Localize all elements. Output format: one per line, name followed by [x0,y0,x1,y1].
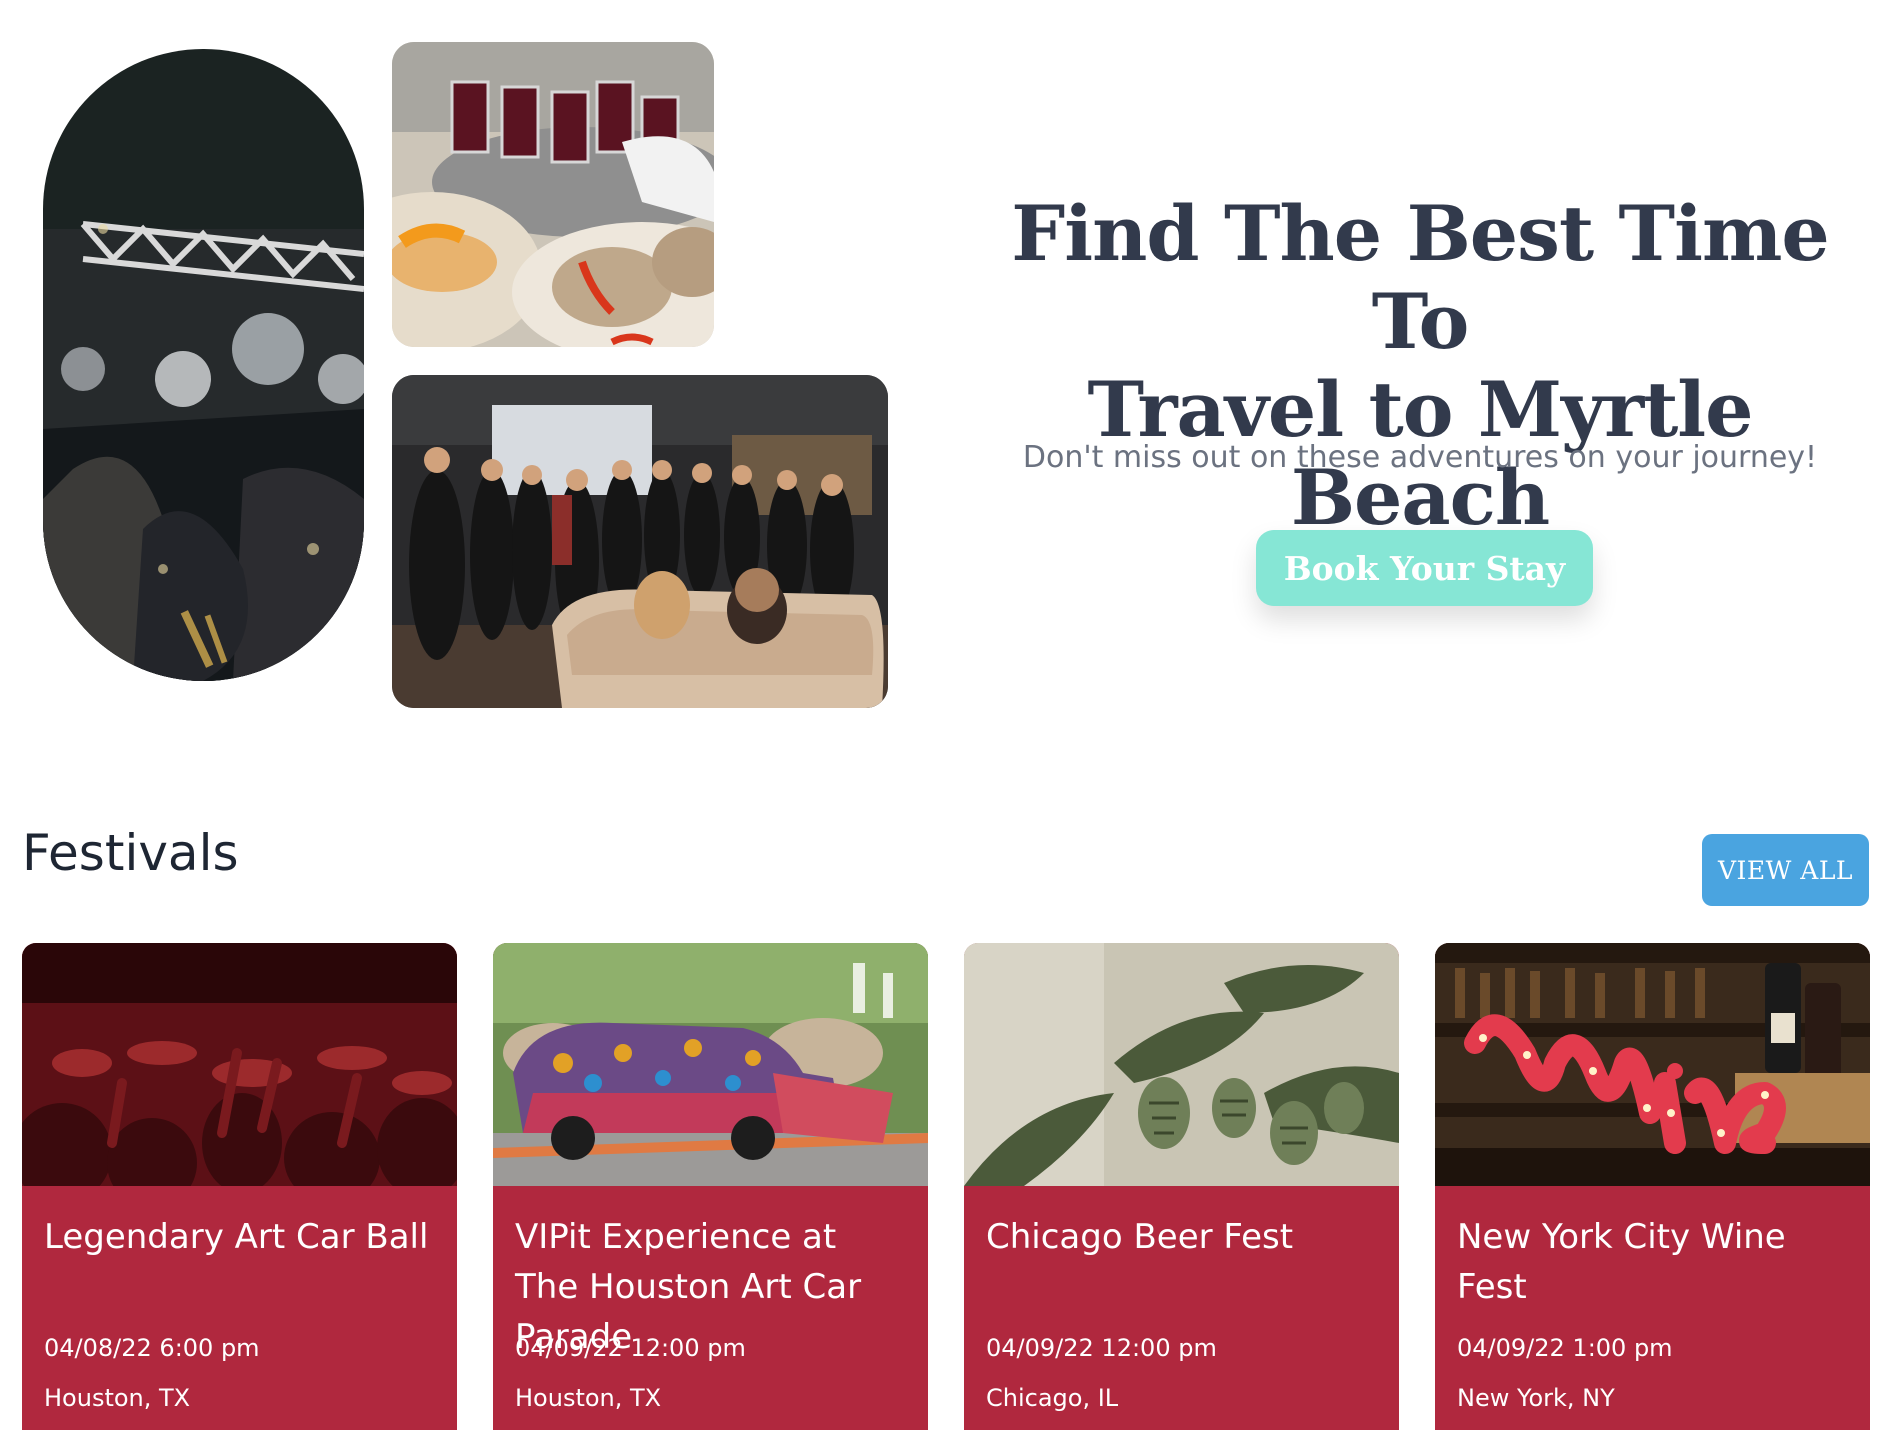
festival-card-2[interactable]: VIPit Experience at The Houston Art Car … [493,943,928,1430]
festivals-heading: Festivals [22,824,239,882]
view-all-button[interactable]: VIEW ALL [1702,834,1869,906]
festival-card-date: 04/09/22 12:00 pm [986,1334,1217,1362]
festival-card-image [1435,943,1870,1186]
book-your-stay-button[interactable]: Book Your Stay [1256,530,1593,606]
festival-card-location: New York, NY [1457,1384,1615,1412]
festival-card-date: 04/09/22 12:00 pm [515,1334,746,1362]
festival-card-title: Legendary Art Car Ball [44,1217,429,1257]
festival-card-location: Houston, TX [515,1384,662,1412]
festival-card-4[interactable]: New York City Wine Fest 04/09/22 1:00 pm… [1435,943,1870,1430]
hero-title-line-1: Find The Best Time To [1011,189,1829,366]
festival-card-title: Chicago Beer Fest [986,1217,1294,1257]
hero-subtitle: Don't miss out on these adventures on yo… [1022,440,1818,475]
festival-card-3[interactable]: Chicago Beer Fest 04/09/22 12:00 pm Chic… [964,943,1399,1430]
hero-image-food [392,42,714,347]
festival-card-title: VIPit Experience at The Houston Art Car … [515,1217,862,1357]
festival-card-location: Chicago, IL [986,1384,1119,1412]
festival-card-location: Houston, TX [44,1384,191,1412]
festival-card-1[interactable]: Legendary Art Car Ball 04/08/22 6:00 pm … [22,943,457,1430]
hero-image-event-crowd [392,375,888,708]
festival-card-image [493,943,928,1186]
festival-card-date: 04/08/22 6:00 pm [44,1334,260,1362]
festival-card-image [22,943,457,1186]
festival-card-image [964,943,1399,1186]
hero-image-party [43,49,364,681]
festival-card-date: 04/09/22 1:00 pm [1457,1334,1673,1362]
hero-title: Find The Best Time To Travel to Myrtle B… [960,190,1880,542]
festival-card-title: New York City Wine Fest [1457,1217,1786,1307]
